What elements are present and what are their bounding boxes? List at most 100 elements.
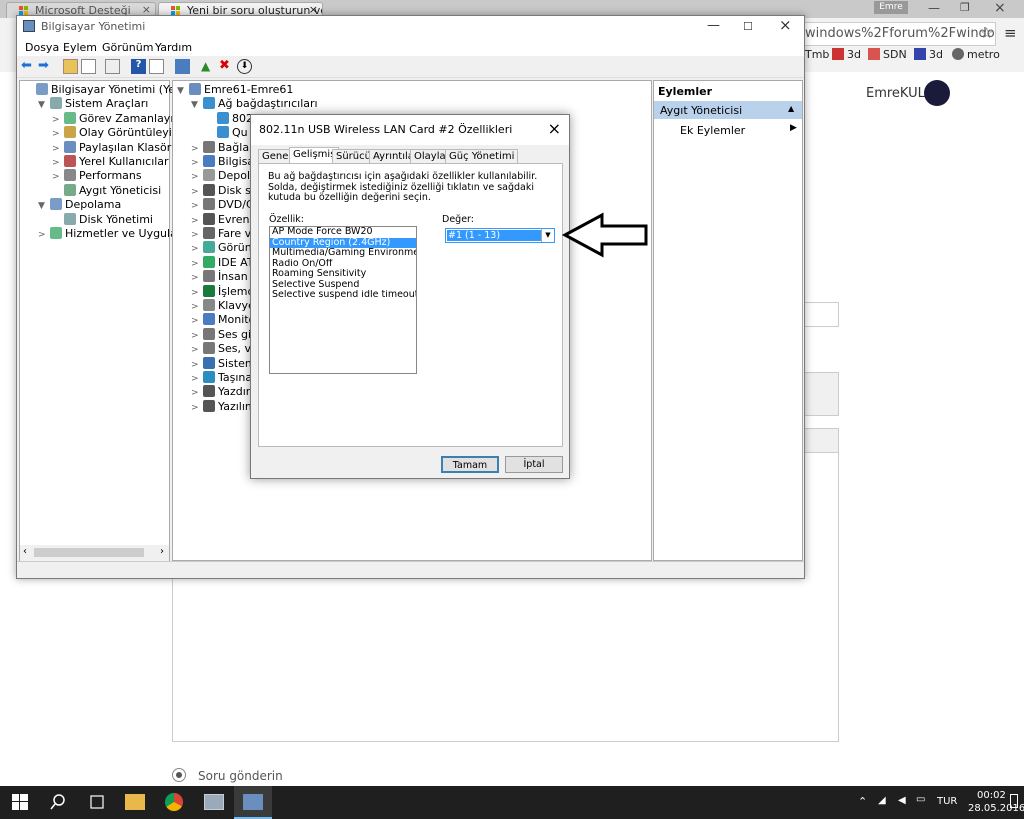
property-item[interactable]: AP Mode Force BW20 [270,227,416,238]
property-item[interactable]: Radio On/Off [270,259,416,270]
show-hide-tree-icon[interactable] [81,59,96,74]
chevron-icon[interactable]: > [52,129,64,139]
tree-item[interactable]: > İşlemc [191,284,254,298]
up-folder-icon[interactable] [63,59,78,74]
properties-icon[interactable] [105,59,120,74]
bookmark-sdn[interactable]: SDN [868,48,907,61]
maximize-icon[interactable]: ☐ [743,20,753,33]
download-icon[interactable]: ⬇ [237,59,252,74]
chrome-icon[interactable] [164,792,184,812]
chevron-icon[interactable]: > [191,288,203,298]
tree-item[interactable]: > Görev Zamanlayıcı [52,111,182,125]
clock-time[interactable]: 00:02 [977,790,1006,801]
tab-guc-yonetimi[interactable]: Güç Yönetimi [445,149,519,164]
ok-button[interactable]: Tamam [441,456,499,473]
address-bar[interactable]: windows%2Fforum%2Fwindow [800,22,996,46]
avatar[interactable] [924,80,950,106]
chevron-icon[interactable]: > [52,144,64,154]
back-icon[interactable]: ⬅ [21,59,36,74]
scroll-right-icon[interactable]: › [160,546,164,557]
star-icon[interactable]: ☆ [980,24,993,42]
tree-item[interactable]: > DVD/C [191,198,254,211]
value-dropdown[interactable]: #1 (1 - 13) ▼ [445,228,555,243]
search-icon[interactable] [50,794,72,816]
language-indicator[interactable]: TUR [937,796,957,807]
chevron-icon[interactable]: ▼ [38,100,50,110]
chevron-icon[interactable]: > [191,158,203,168]
tree-item[interactable]: ▼ Depolama [38,198,121,211]
minimize-icon[interactable]: — [707,18,720,33]
help-icon[interactable]: ? [131,59,146,74]
actions-section-aygit-yoneticisi[interactable]: Aygıt Yöneticisi ▲ [654,101,802,119]
scrollbar-thumb[interactable] [34,548,144,557]
chevron-icon[interactable]: > [191,388,203,398]
property-item[interactable]: Selective Suspend [270,280,416,291]
chevron-icon[interactable]: ▼ [191,100,203,110]
chevron-icon[interactable]: > [191,230,203,240]
tree-item[interactable]: > Klavye [191,299,255,312]
file-explorer-icon[interactable] [125,794,145,810]
menu-gorunum[interactable]: Görünüm [102,41,153,54]
window-title-bar[interactable]: Bilgisayar Yönetimi — ☐ × [17,16,804,38]
menu-icon[interactable]: ≡ [1004,24,1017,42]
chevron-icon[interactable]: > [191,201,203,211]
chevron-down-icon[interactable]: ▼ [541,229,554,242]
cancel-button[interactable]: İptal [505,456,563,473]
property-item[interactable]: Roaming Sensitivity [270,269,416,280]
uninstall-icon[interactable]: ✖ [219,59,234,74]
chevron-icon[interactable]: > [191,331,203,341]
minimize-icon[interactable]: — [928,1,940,15]
close-icon[interactable]: × [548,119,561,138]
tree-item[interactable]: ▼ Sistem Araçları [38,97,148,110]
keyboard-icon[interactable]: ▭ [916,794,925,805]
tree-item[interactable]: > IDE AT/ [191,255,257,269]
close-icon[interactable]: × [994,0,1006,16]
bookmark-3d[interactable]: 3d [832,48,861,61]
tree-item[interactable]: > Bağlan [191,140,256,154]
windows-start-icon[interactable] [12,794,34,816]
view-icon[interactable] [149,59,164,74]
monitor-icon[interactable] [175,59,190,74]
chevron-icon[interactable]: > [191,273,203,283]
task-view-icon[interactable] [88,795,110,817]
menu-dosya[interactable]: Dosya [25,41,59,54]
tree-item[interactable]: Disk Yönetimi [52,212,153,226]
chevron-icon[interactable]: > [191,216,203,226]
tree-item[interactable]: > Evrens [191,212,255,226]
page-input-fragment[interactable] [804,302,839,327]
tree-item[interactable]: Qu [205,126,248,139]
chevron-icon[interactable]: > [191,144,203,154]
chevron-icon[interactable]: > [191,403,203,413]
tree-item[interactable]: Bilgisayar Yönetimi (Yerel) [24,83,194,96]
tree-item[interactable]: > Fare ve [191,227,258,240]
bookmark-3d-2[interactable]: 3d [914,48,943,61]
collapse-icon[interactable]: ▲ [788,104,794,113]
property-item[interactable]: Selective suspend idle timeout in seno [270,290,416,301]
chevron-icon[interactable]: ▼ [38,201,50,211]
chevron-icon[interactable]: > [191,374,203,384]
tree-item[interactable]: > Taşınal [191,371,255,384]
tree-item[interactable]: > Yazılım [191,399,256,413]
chevron-icon[interactable]: > [191,244,203,254]
restore-icon[interactable]: ❐ [960,1,970,14]
chevron-icon[interactable]: > [191,187,203,197]
notifications-icon[interactable] [1010,794,1018,808]
action-ek-eylemler[interactable]: Ek Eylemler ▶ [654,121,802,139]
chevron-icon[interactable]: > [191,316,203,326]
profile-badge[interactable]: Emre [874,1,908,14]
tree-item[interactable]: Aygıt Yöneticisi [52,183,161,197]
property-item[interactable]: Country Region (2.4GHz) [270,237,416,248]
bookmark-tmb[interactable]: Tmb [805,48,829,61]
property-item[interactable]: Multimedia/Gaming Environment [270,248,416,259]
tree-item[interactable]: > Ses gir [191,327,256,341]
chevron-icon[interactable]: > [191,172,203,182]
tree-item[interactable]: > Sistem [191,356,256,370]
chevron-icon[interactable]: > [38,230,50,240]
tree-item[interactable]: > İnsan A [191,270,259,283]
speaker-icon[interactable]: ◀ [898,795,906,806]
tree-item[interactable]: > Performans [52,169,142,182]
chevron-icon[interactable]: > [191,360,203,370]
tree-item[interactable]: ▼ Emre61-Emre61 [177,83,293,96]
chevron-up-icon[interactable]: ⌃ [858,795,867,808]
tree-item[interactable]: > Yazdırr [191,385,255,398]
